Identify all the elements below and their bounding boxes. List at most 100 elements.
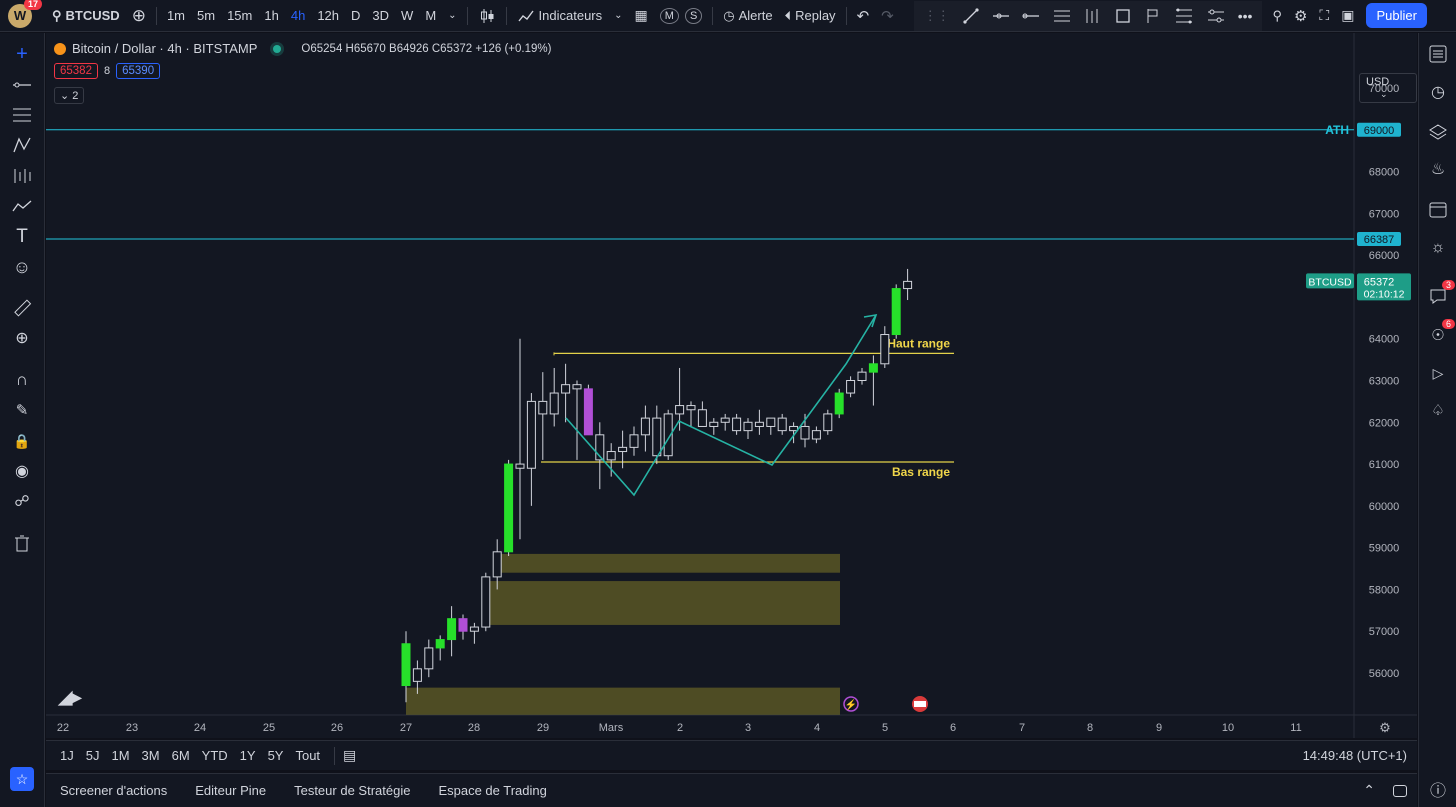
trash-icon[interactable] <box>11 532 33 554</box>
add-symbol-icon[interactable]: ⊕ <box>126 0 152 32</box>
m-circle-icon[interactable]: M <box>654 0 685 32</box>
undo-icon[interactable]: ↶ <box>851 0 876 32</box>
eye-icon[interactable]: ◉ <box>11 460 33 482</box>
brush-tool-icon[interactable] <box>11 195 33 217</box>
pencil-lock-icon[interactable]: ✎ <box>11 399 33 421</box>
range-YTD[interactable]: YTD <box>196 748 234 763</box>
bottom-tab-1[interactable]: Editeur Pine <box>181 783 280 798</box>
crosshair-icon[interactable]: + <box>11 43 33 65</box>
watchlist-icon[interactable] <box>1427 43 1449 65</box>
settings-lines-icon[interactable] <box>1200 0 1232 32</box>
chevron-up-icon[interactable]: ⌃ <box>1363 782 1375 799</box>
horizontal-ray-icon[interactable] <box>986 0 1016 32</box>
link-icon[interactable]: ☍ <box>11 490 33 512</box>
long-position-icon[interactable] <box>1078 0 1108 32</box>
fire-icon[interactable]: ♨ <box>1427 158 1449 180</box>
rectangle-icon[interactable] <box>1108 0 1138 32</box>
y-tick-label: 68000 <box>1369 167 1400 179</box>
prediction-tool-icon[interactable] <box>11 165 33 187</box>
fib-tool-icon[interactable] <box>11 104 33 126</box>
magnet-icon[interactable]: ∩ <box>11 369 33 391</box>
date-range-icon[interactable]: ▤ <box>343 747 356 764</box>
star-watchlist-icon[interactable]: ☆ <box>10 767 34 791</box>
redo-icon[interactable]: ↷ <box>875 0 900 32</box>
chevron-down-icon[interactable]: ⌄ <box>608 0 628 32</box>
sell-price-button[interactable]: 65382 <box>54 63 98 79</box>
chart-area[interactable]: 56000 57000 58000 59000 60000 61000 62000 63000… <box>46 33 1417 738</box>
camera-icon[interactable]: ▣ <box>1335 0 1360 32</box>
lightbulb-icon[interactable]: ☼ <box>1427 237 1449 259</box>
emoji-icon[interactable]: ☺ <box>11 256 33 278</box>
bottom-tab-2[interactable]: Testeur de Stratégie <box>280 783 424 798</box>
pattern-tool-icon[interactable] <box>11 134 33 156</box>
range-5Y[interactable]: 5Y <box>262 748 290 763</box>
candle-body <box>458 618 468 632</box>
fullscreen-icon[interactable]: ⛶ <box>1313 0 1335 32</box>
range-list: 1J 5J 1M 3M 6M YTD 1Y 5Y Tout <box>54 748 326 763</box>
magic-wand-icon[interactable]: ⚲ <box>1266 0 1288 32</box>
alert-button[interactable]: ◷ Alerte <box>717 0 778 32</box>
range-5J[interactable]: 5J <box>80 748 106 763</box>
buy-price-button[interactable]: 65390 <box>116 63 161 79</box>
ideas-icon[interactable]: ☉ 6 <box>1427 319 1455 346</box>
timeframe-5m[interactable]: 5m <box>191 0 221 32</box>
range-Tout[interactable]: Tout <box>289 748 326 763</box>
maximize-panel-icon[interactable] <box>1393 784 1407 797</box>
s-circle-icon[interactable]: S <box>684 0 708 32</box>
alarm-clock-icon[interactable]: ◷ <box>1427 81 1449 103</box>
play-replay-icon[interactable]: ▷ <box>1427 362 1449 384</box>
gear-icon[interactable]: ⚙ <box>1288 0 1313 32</box>
timeframe-1h[interactable]: 1h <box>258 0 284 32</box>
clock-timezone[interactable]: 14:49:48 (UTC+1) <box>1303 748 1407 763</box>
range-3M[interactable]: 3M <box>136 748 166 763</box>
bell-icon[interactable]: ♤ <box>1427 399 1449 421</box>
trend-line-tool-icon[interactable] <box>11 74 33 96</box>
bottom-tab-0[interactable]: Screener d'actions <box>46 783 181 798</box>
calendar-icon[interactable] <box>1427 198 1449 220</box>
timeframe-1m[interactable]: 1m <box>161 0 191 32</box>
timeframe-W[interactable]: W <box>395 0 419 32</box>
fib-retracement-icon[interactable] <box>1168 0 1200 32</box>
horizontal-line-icon[interactable] <box>1016 0 1046 32</box>
trend-line-icon[interactable] <box>956 0 986 32</box>
timeframe-3D[interactable]: 3D <box>366 0 395 32</box>
candle-body <box>732 417 742 432</box>
zoom-in-icon[interactable]: ⊕ <box>11 327 33 349</box>
layers-icon[interactable] <box>1427 121 1449 143</box>
candle-body <box>492 551 502 578</box>
currency-select[interactable]: USD ⌄ <box>1359 73 1417 103</box>
timeframe-M[interactable]: M <box>419 0 442 32</box>
candle-body <box>823 413 833 432</box>
timeframe-4h[interactable]: 4h <box>285 0 311 32</box>
symbol-search[interactable]: ⚲ BTCUSD <box>46 0 126 32</box>
range-1M[interactable]: 1M <box>105 748 135 763</box>
text-tool-icon[interactable]: T <box>11 226 33 248</box>
more-icon[interactable]: ••• <box>1232 0 1259 32</box>
replay-button[interactable]: ⏴ Replay <box>779 0 842 32</box>
lock-icon[interactable]: 🔒 <box>11 430 33 452</box>
range-6M[interactable]: 6M <box>166 748 196 763</box>
indicators-toggle[interactable]: ⌄ 2 <box>54 87 85 104</box>
timeframe-12h[interactable]: 12h <box>311 0 345 32</box>
bottom-tab-3[interactable]: Espace de Trading <box>424 783 560 798</box>
chat-icon[interactable]: 3 <box>1427 280 1455 307</box>
timeframe-D[interactable]: D <box>345 0 366 32</box>
candle-body <box>868 363 878 373</box>
layout-grid-icon[interactable]: ▦ <box>629 0 654 32</box>
flag-icon[interactable] <box>1138 0 1168 32</box>
price-chart[interactable]: 56000 57000 58000 59000 60000 61000 62000 63000… <box>46 33 1417 738</box>
range-1Y[interactable]: 1Y <box>234 748 262 763</box>
publish-button[interactable]: Publier <box>1366 3 1427 28</box>
help-icon[interactable]: ⓘ <box>1427 778 1449 800</box>
range-1J[interactable]: 1J <box>54 748 80 763</box>
symbol-title[interactable]: Bitcoin / Dollar · 4h · BITSTAMP <box>72 41 257 56</box>
chevron-down-icon[interactable]: ⌄ <box>442 0 462 32</box>
indicators-button[interactable]: Indicateurs <box>511 0 609 32</box>
ruler-icon[interactable] <box>11 297 33 319</box>
timeframe-15m[interactable]: 15m <box>221 0 258 32</box>
user-avatar[interactable]: W 17 <box>8 0 42 28</box>
parallel-channel-icon[interactable] <box>1046 0 1078 32</box>
candle-type-icon[interactable] <box>472 0 502 32</box>
drag-handle-icon[interactable]: ⋮⋮ <box>918 0 956 32</box>
x-tick-label: 23 <box>126 722 138 734</box>
